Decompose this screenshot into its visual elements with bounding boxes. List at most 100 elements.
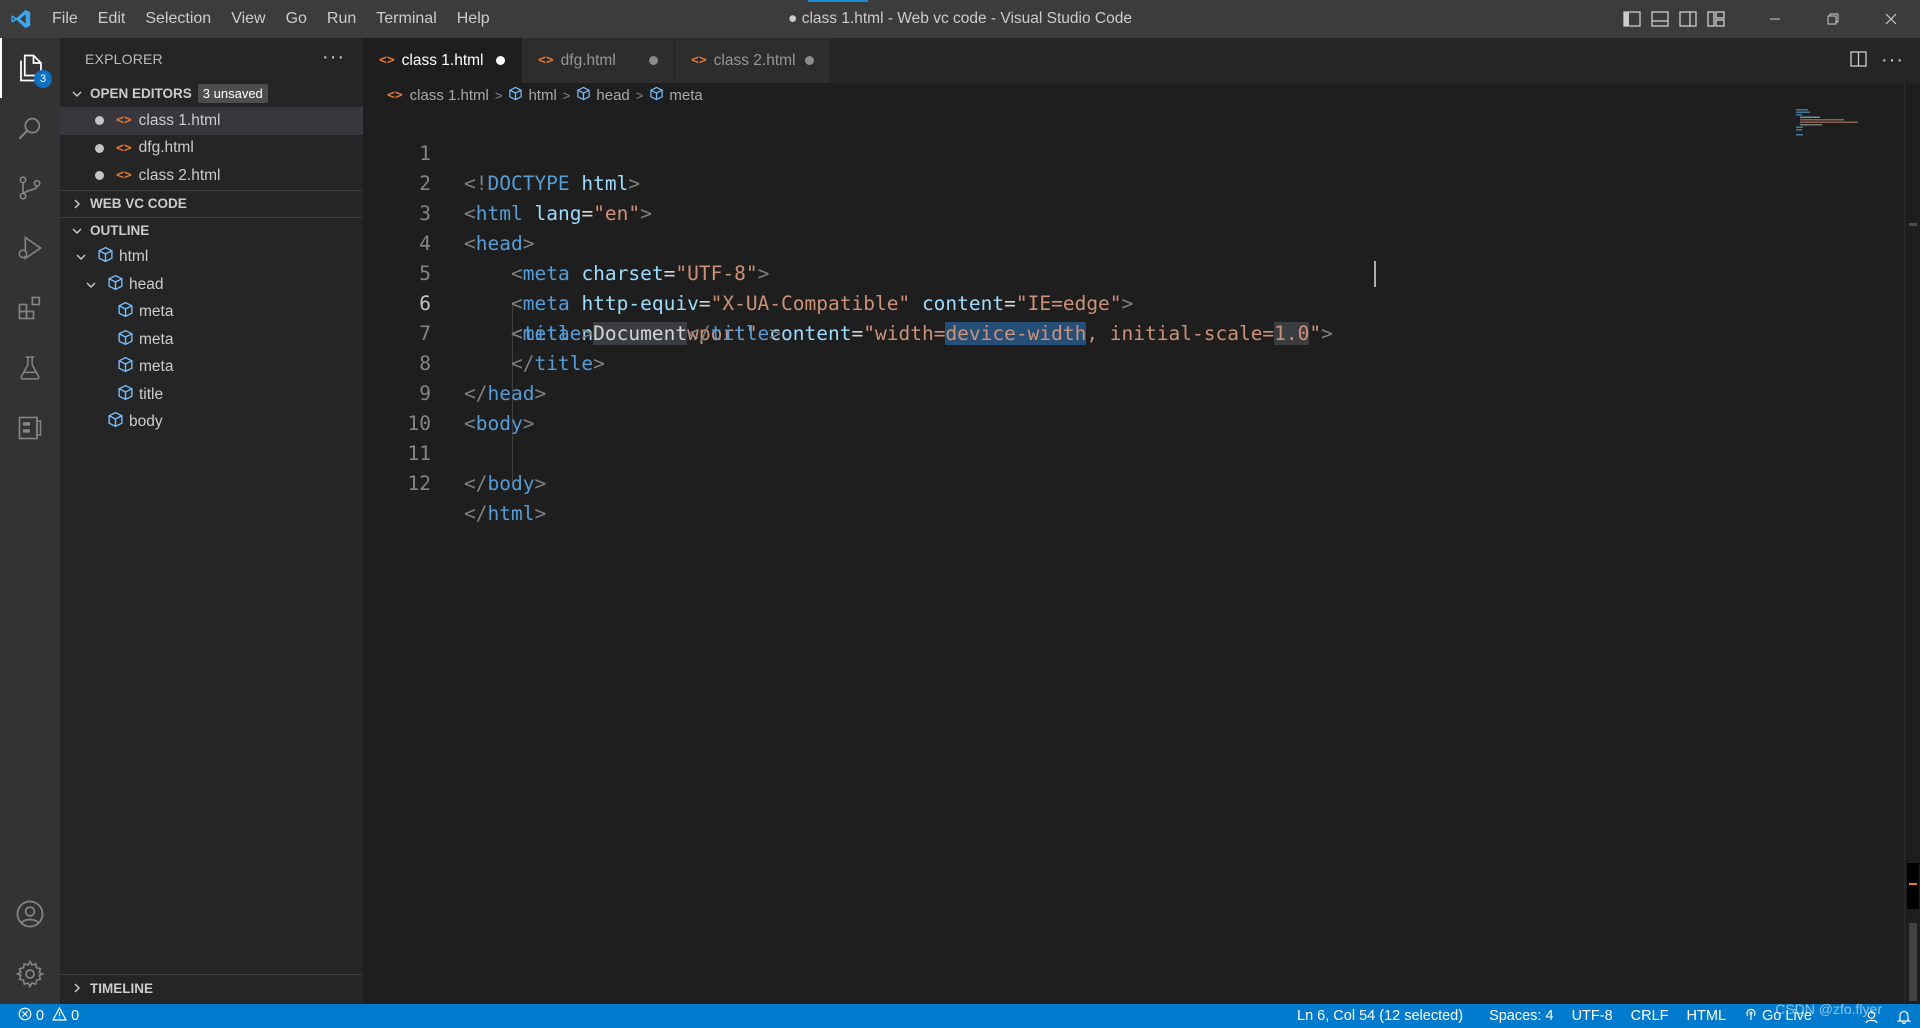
symbol-element-icon xyxy=(649,86,664,105)
open-editor-item[interactable]: <> class 1.html xyxy=(60,107,363,135)
indentation[interactable]: Spaces: 4 xyxy=(1480,1008,1563,1024)
code-line[interactable]: 12 </html> xyxy=(363,439,1763,525)
settings-gear-icon[interactable] xyxy=(0,944,60,1004)
symbol-element-icon xyxy=(576,86,591,105)
error-icon xyxy=(18,1007,32,1025)
open-editor-label: class 1.html xyxy=(138,111,221,129)
source-control-icon[interactable] xyxy=(0,158,60,218)
menu-view[interactable]: View xyxy=(221,0,275,38)
problems-indicator[interactable]: 0 0 xyxy=(0,1006,79,1025)
unsaved-dot-icon[interactable] xyxy=(805,56,814,65)
more-actions-icon[interactable]: ··· xyxy=(322,46,345,69)
toggle-secondary-sidebar-icon[interactable] xyxy=(1674,0,1702,38)
chevron-right-icon xyxy=(68,198,86,210)
unsaved-dot-icon[interactable] xyxy=(95,143,104,153)
code-line-title: <title>Document</title> xyxy=(363,289,1763,345)
outline-item-label: title xyxy=(139,385,164,403)
activity-bar: 3 xyxy=(0,38,60,1004)
remote-explorer-icon[interactable] xyxy=(0,398,60,458)
code-line[interactable]: 9 <body> xyxy=(363,349,1763,435)
chevron-down-icon[interactable] xyxy=(75,251,97,263)
outline-item-label: body xyxy=(129,413,163,431)
more-actions-icon[interactable]: ··· xyxy=(1881,49,1904,72)
cursor-position[interactable]: Ln 6, Col 54 (12 selected) xyxy=(1288,1008,1472,1024)
menu-edit[interactable]: Edit xyxy=(88,0,136,38)
restore-icon[interactable] xyxy=(1804,0,1862,38)
outline-item[interactable]: meta xyxy=(60,326,363,354)
tab-class-1-html[interactable]: <> class 1.html xyxy=(363,38,521,83)
code-line[interactable]: 3 <head> xyxy=(363,169,1763,255)
outline-item[interactable]: meta xyxy=(60,354,363,382)
symbol-element-icon xyxy=(117,384,134,406)
toggle-panel-icon[interactable] xyxy=(1646,0,1674,38)
unsaved-dot-icon[interactable] xyxy=(95,171,104,181)
minimap[interactable] xyxy=(1794,107,1904,1004)
vertical-scrollbar[interactable] xyxy=(1904,83,1920,1004)
code-line[interactable]: 4 <meta charset="UTF-8"> xyxy=(363,199,1763,285)
unsaved-dot-icon[interactable] xyxy=(649,56,658,65)
menu-terminal[interactable]: Terminal xyxy=(366,0,446,38)
timeline-label: TIMELINE xyxy=(90,980,153,996)
breadcrumb-item[interactable]: html xyxy=(528,87,556,104)
code-line[interactable]: 10 xyxy=(363,379,1763,435)
symbol-element-icon xyxy=(117,356,134,378)
testing-icon[interactable] xyxy=(0,338,60,398)
symbol-element-icon xyxy=(107,411,124,433)
outline-item[interactable]: body xyxy=(60,409,363,437)
menu-file[interactable]: File xyxy=(42,0,88,38)
unsaved-dot-icon[interactable] xyxy=(95,116,104,126)
code-editor[interactable]: 1 <!DOCTYPE html> 2 <html lang="en"> 3 <… xyxy=(363,107,1903,1004)
close-icon[interactable] xyxy=(1862,0,1920,38)
search-icon[interactable] xyxy=(0,98,60,158)
chevron-right-icon: > xyxy=(635,87,644,103)
menu-go[interactable]: Go xyxy=(276,0,317,38)
code-line[interactable]: 5 <meta http-equiv="X-UA-Compatible" con… xyxy=(363,229,1763,315)
breadcrumb-item[interactable]: head xyxy=(596,87,629,104)
html-file-icon: <> xyxy=(379,53,395,68)
timeline-section[interactable]: TIMELINE xyxy=(60,974,363,1001)
breadcrumb-item[interactable]: class 1.html xyxy=(410,87,489,104)
outline-item[interactable]: html xyxy=(60,244,363,272)
menu-help[interactable]: Help xyxy=(447,0,500,38)
code-line[interactable]: 2 <html lang="en"> xyxy=(363,139,1763,225)
run-debug-icon[interactable] xyxy=(0,218,60,278)
tab-class-2-html[interactable]: <> class 2.html xyxy=(675,38,830,83)
code-line[interactable]: 11 </body> xyxy=(363,409,1763,495)
symbol-element-icon xyxy=(97,246,114,268)
language-mode[interactable]: HTML xyxy=(1678,1008,1735,1024)
customize-layout-icon[interactable] xyxy=(1702,0,1730,38)
code-line-current[interactable]: 6 <meta name="viewport" content="width=d… xyxy=(363,259,1763,345)
outline-section[interactable]: OUTLINE xyxy=(60,216,363,244)
open-editor-item[interactable]: <> class 2.html xyxy=(60,162,363,190)
unsaved-dot-icon[interactable] xyxy=(496,56,505,65)
workspace-section[interactable]: WEB VC CODE xyxy=(60,189,363,217)
minimize-icon[interactable] xyxy=(1746,0,1804,38)
symbol-element-icon xyxy=(508,86,523,105)
code-line[interactable]: 8 </head> xyxy=(363,319,1763,405)
outline-item[interactable]: title xyxy=(60,381,363,409)
breadcrumb-item[interactable]: meta xyxy=(669,87,702,104)
outline-label: OUTLINE xyxy=(90,223,150,238)
account-icon[interactable] xyxy=(0,884,60,944)
outline-item-label: head xyxy=(129,275,164,293)
code-line[interactable]: 1 <!DOCTYPE html> xyxy=(363,109,1763,195)
menu-selection[interactable]: Selection xyxy=(135,0,221,38)
chevron-down-icon xyxy=(68,225,86,237)
scroll-thumb[interactable] xyxy=(1909,923,1917,1001)
open-editors-section[interactable]: OPEN EDITORS 3 unsaved xyxy=(60,80,363,107)
outline-item[interactable]: head xyxy=(60,271,363,299)
tab-label: dfg.html xyxy=(560,51,616,69)
toggle-primary-sidebar-icon[interactable] xyxy=(1618,0,1646,38)
menu-run[interactable]: Run xyxy=(317,0,366,38)
end-of-line[interactable]: CRLF xyxy=(1622,1008,1678,1024)
explorer-icon[interactable]: 3 xyxy=(0,38,60,98)
tab-dfg-html[interactable]: <> dfg.html xyxy=(522,38,674,83)
split-editor-icon[interactable] xyxy=(1850,50,1867,71)
notifications-bell-icon[interactable] xyxy=(1888,1009,1920,1024)
outline-item[interactable]: meta xyxy=(60,299,363,327)
encoding[interactable]: UTF-8 xyxy=(1563,1008,1622,1024)
code-text: </body> xyxy=(464,472,547,495)
chevron-down-icon[interactable] xyxy=(85,279,107,291)
extensions-icon[interactable] xyxy=(0,278,60,338)
open-editor-item[interactable]: <> dfg.html xyxy=(60,135,363,163)
